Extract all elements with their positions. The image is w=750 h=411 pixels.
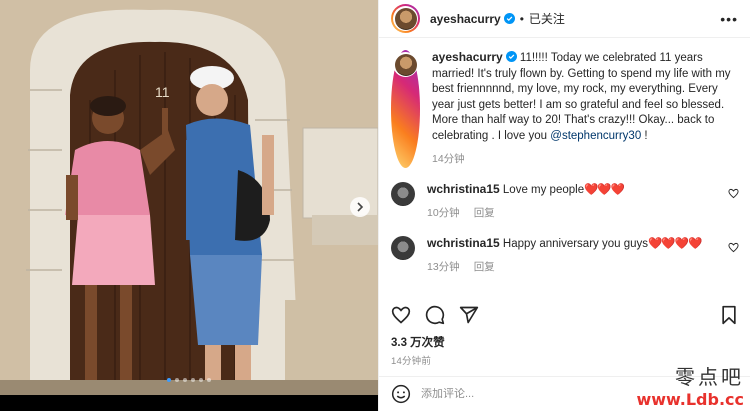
heart-outline-icon[interactable] <box>391 305 411 325</box>
follow-status-button[interactable]: 已关注 <box>529 10 565 27</box>
carousel-dot[interactable] <box>183 378 187 382</box>
door-number: 11 <box>155 84 170 100</box>
carousel-dot[interactable] <box>207 378 211 382</box>
bookmark-icon[interactable] <box>719 305 739 325</box>
photo-scene: 11 <box>0 0 378 395</box>
comment-input[interactable] <box>421 388 621 400</box>
comment-like-heart-icon[interactable] <box>728 242 739 253</box>
caption-avatar-ring[interactable] <box>391 50 420 168</box>
header-separator: • <box>519 11 524 26</box>
comment-bubble-icon[interactable] <box>425 305 445 325</box>
post-timestamp: 14分钟前 <box>391 356 432 367</box>
smiley-icon[interactable] <box>391 384 411 404</box>
verified-badge-icon <box>505 51 517 62</box>
caption-trailing-text: ! <box>641 129 648 142</box>
commenter-avatar[interactable] <box>391 181 415 206</box>
comment-like-heart-icon[interactable] <box>728 188 739 199</box>
carousel-dot[interactable] <box>199 378 203 382</box>
carousel-dot[interactable] <box>191 378 195 382</box>
comments-list: ayeshacurry 11!!!!! Today we celebrated … <box>379 38 750 295</box>
post-photo[interactable]: 11 <box>0 0 378 411</box>
author-username[interactable]: ayeshacurry <box>430 12 501 26</box>
carousel-indicator <box>0 378 378 382</box>
caption-mention-link[interactable]: @stephencurry30 <box>550 130 641 142</box>
carousel-dot[interactable] <box>167 378 171 382</box>
comment-time: 10分钟 <box>427 207 460 219</box>
carousel-dot[interactable] <box>175 378 179 382</box>
caption-username[interactable]: ayeshacurry <box>432 50 503 64</box>
verified-badge-icon <box>503 13 515 24</box>
carousel-next-button[interactable] <box>350 197 370 217</box>
post-side-panel: ayeshacurry • 已关注 ••• ayeshacurry 11!!!!… <box>378 0 750 411</box>
chevron-right-icon <box>357 202 364 212</box>
caption-item: ayeshacurry 11!!!!! Today we celebrated … <box>379 38 750 168</box>
paper-plane-icon[interactable] <box>459 305 479 325</box>
commenter-avatar[interactable] <box>391 235 415 260</box>
caption-text: 11!!!!! Today we celebrated 11 years mar… <box>432 52 731 142</box>
comment-username[interactable]: wchristina15 <box>427 236 500 250</box>
likes-count[interactable]: 3.3 万次赞 <box>391 334 445 350</box>
comment-hearts: ❤️❤️❤️❤️ <box>648 237 702 250</box>
comment-time: 13分钟 <box>427 261 460 273</box>
post-actions-bar <box>379 300 750 330</box>
author-avatar[interactable] <box>394 7 417 30</box>
comment-item: wchristina15 Happy anniversary you guys❤… <box>379 222 750 276</box>
reply-button[interactable]: 回复 <box>474 207 495 219</box>
comment-text: Love my people <box>499 183 585 196</box>
author-avatar-ring[interactable] <box>391 4 420 33</box>
more-options-button[interactable]: ••• <box>720 11 738 27</box>
post-header: ayeshacurry • 已关注 ••• <box>379 0 750 38</box>
caption-avatar[interactable] <box>394 53 417 76</box>
instagram-post: 11 ayeshacurry • 已关注 ••• ayeshacurry 11!… <box>0 0 750 411</box>
comment-composer <box>379 376 750 411</box>
reply-button[interactable]: 回复 <box>474 261 495 273</box>
caption-time: 14分钟 <box>432 153 465 165</box>
comment-item: wchristina15 Love my people❤️❤️❤️ 10分钟 回复 <box>379 168 750 222</box>
comment-username[interactable]: wchristina15 <box>427 182 500 196</box>
comment-text: Happy anniversary you guys <box>499 237 649 250</box>
comment-hearts: ❤️❤️❤️ <box>584 183 625 196</box>
